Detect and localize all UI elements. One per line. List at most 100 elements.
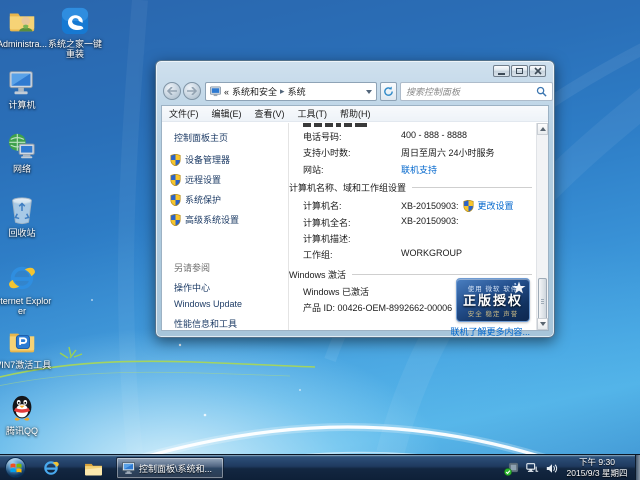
menu-tools[interactable]: 工具(T) bbox=[298, 107, 328, 120]
computer-description-row: 计算机描述: bbox=[303, 232, 532, 245]
desktop-icon-internet-explorer[interactable]: Internet Explorer bbox=[0, 262, 54, 316]
row-value: XB-20150903: bbox=[401, 216, 459, 226]
sidebar-item-action-center[interactable]: 操作中心 bbox=[174, 281, 210, 294]
menu-view[interactable]: 查看(V) bbox=[255, 107, 285, 120]
sidebar-item-system-protection[interactable]: 系统保护 bbox=[170, 193, 221, 206]
windows-flag-icon bbox=[10, 462, 22, 474]
genuine-star-icon bbox=[512, 281, 526, 295]
badge-main-text: 正版授权 bbox=[457, 293, 529, 308]
maximize-button[interactable] bbox=[511, 65, 528, 77]
close-button[interactable] bbox=[529, 65, 546, 77]
administrator-folder-icon bbox=[6, 5, 38, 37]
search-icon[interactable] bbox=[536, 86, 547, 97]
caption-buttons bbox=[493, 65, 546, 77]
security-tray-icon[interactable] bbox=[506, 462, 519, 474]
network-tray-icon[interactable] bbox=[526, 463, 539, 474]
menu-bar: 文件(F) 编辑(E) 查看(V) 工具(T) 帮助(H) bbox=[162, 106, 548, 122]
desktop-icon-label: 系统之家一键重装 bbox=[43, 39, 107, 59]
vertical-scrollbar[interactable] bbox=[536, 123, 548, 330]
main-content: 电话号码: 400 - 888 - 8888 支持小时数: 周日至周六 24小时… bbox=[289, 123, 536, 330]
sidebar-item-performance-tools[interactable]: 性能信息和工具 bbox=[174, 317, 237, 330]
online-support-link[interactable]: 联机支持 bbox=[401, 163, 437, 176]
support-hours-row: 支持小时数: 周日至周六 24小时服务 bbox=[303, 146, 532, 159]
sidebar-item-device-manager[interactable]: 设备管理器 bbox=[170, 153, 230, 166]
desktop-icon-label: 腾讯QQ bbox=[0, 426, 54, 436]
computer-name-row: 计算机名: XB-20150903: 更改设置 bbox=[303, 199, 532, 212]
sidebar-item-advanced-system-settings[interactable]: 高级系统设置 bbox=[170, 213, 239, 226]
desktop-icon-computer[interactable]: 计算机 bbox=[0, 66, 54, 110]
task-button-label: 控制面板\系统和... bbox=[139, 462, 212, 475]
uac-shield-icon bbox=[170, 174, 181, 186]
internet-explorer-icon bbox=[6, 262, 38, 294]
see-also-header: 另请参阅 bbox=[174, 261, 210, 274]
recycle-bin-icon bbox=[6, 194, 38, 226]
row-value: 周日至周六 24小时服务 bbox=[401, 146, 495, 159]
menu-help[interactable]: 帮助(H) bbox=[340, 107, 371, 120]
workgroup-row: 工作组: WORKGROUP bbox=[303, 248, 532, 261]
navigation-bar: « 系统和安全 ▸ 系统 搜索控制面板 bbox=[161, 80, 549, 103]
back-button[interactable] bbox=[163, 82, 181, 100]
taskbar-ie-icon[interactable] bbox=[40, 458, 62, 478]
breadcrumb-item-system[interactable]: 系统 bbox=[288, 85, 306, 98]
section-title: Windows 激活 bbox=[289, 268, 346, 281]
section-title: 计算机名称、域和工作组设置 bbox=[289, 181, 406, 194]
row-value: WORKGROUP bbox=[401, 248, 462, 258]
sidebar-item-control-panel-home[interactable]: 控制面板主页 bbox=[174, 131, 228, 144]
menu-file[interactable]: 文件(F) bbox=[169, 107, 199, 120]
taskbar-task-button-control-panel[interactable]: 控制面板\系统和... bbox=[116, 457, 224, 479]
window-client-area: 文件(F) 编辑(E) 查看(V) 工具(T) 帮助(H) 控制面板主页 设备管… bbox=[161, 105, 549, 331]
forward-button[interactable] bbox=[183, 82, 201, 100]
scroll-down-button[interactable] bbox=[537, 318, 548, 330]
search-input[interactable]: 搜索控制面板 bbox=[400, 82, 553, 101]
network-icon bbox=[6, 130, 38, 162]
minimize-button[interactable] bbox=[493, 65, 510, 77]
clipped-scrolled-text bbox=[303, 123, 367, 127]
volume-tray-icon[interactable] bbox=[546, 463, 558, 474]
row-label: 网站: bbox=[303, 163, 324, 176]
genuine-windows-badge[interactable]: 使用 微软 软件 正版授权 安全 稳定 声誉 bbox=[456, 278, 530, 322]
search-placeholder: 搜索控制面板 bbox=[406, 85, 536, 98]
sidebar: 控制面板主页 设备管理器 远程设置 系统保护 bbox=[162, 123, 288, 330]
product-id-value: 00426-OEM-8992662-00006 bbox=[338, 303, 453, 313]
address-dropdown-icon[interactable] bbox=[366, 90, 372, 94]
show-desktop-button[interactable] bbox=[635, 455, 640, 480]
system-window: « 系统和安全 ▸ 系统 搜索控制面板 文件(F) 编辑(E) bbox=[155, 60, 555, 338]
desktop-icon-label: WIN7激活工具 bbox=[0, 360, 54, 370]
row-value: 400 - 888 - 8888 bbox=[401, 130, 467, 140]
desktop-icon-win7-activation-tool[interactable]: WIN7激活工具 bbox=[0, 326, 54, 370]
sidebar-item-remote-settings[interactable]: 远程设置 bbox=[170, 173, 221, 186]
desktop-icon-tencent-qq[interactable]: 腾讯QQ bbox=[0, 392, 54, 436]
desktop-icon-label: Internet Explorer bbox=[0, 296, 54, 316]
computer-name-section: 计算机名称、域和工作组设置 bbox=[289, 181, 532, 194]
address-bar[interactable]: « 系统和安全 ▸ 系统 bbox=[205, 82, 377, 101]
row-label: 计算机名: bbox=[303, 199, 342, 212]
website-row: 网站: 联机支持 bbox=[303, 163, 532, 176]
win7-activation-tool-icon bbox=[6, 326, 38, 358]
uac-shield-icon bbox=[170, 194, 181, 206]
change-settings-link[interactable]: 更改设置 bbox=[478, 199, 514, 212]
breadcrumb-item-security[interactable]: 系统和安全 bbox=[232, 85, 277, 98]
breadcrumb-chevrons[interactable]: « bbox=[224, 87, 229, 97]
row-label: 工作组: bbox=[303, 248, 333, 261]
desktop-icon-network[interactable]: 网络 bbox=[0, 130, 54, 174]
taskbar: 控制面板\系统和... 下午 9:30 2015/9/3 星期四 bbox=[0, 454, 640, 480]
desktop-icon-recycle-bin[interactable]: 回收站 bbox=[0, 194, 54, 238]
system-tray bbox=[506, 462, 558, 474]
desktop-icon-system-home-reinstall[interactable]: 系统之家一键重装 bbox=[43, 5, 107, 59]
sidebar-item-label: 系统保护 bbox=[185, 193, 221, 206]
desktop-icon-label: 回收站 bbox=[0, 228, 54, 238]
taskbar-clock[interactable]: 下午 9:30 2015/9/3 星期四 bbox=[560, 457, 634, 479]
learn-more-link[interactable]: 联机了解更多内容... bbox=[450, 325, 530, 338]
computer-icon bbox=[6, 66, 38, 98]
sidebar-item-windows-update[interactable]: Windows Update bbox=[174, 299, 242, 309]
scroll-up-button[interactable] bbox=[537, 123, 548, 135]
start-button[interactable] bbox=[5, 457, 26, 478]
system-home-reinstall-icon bbox=[59, 5, 91, 37]
product-id-label: 产品 ID: bbox=[303, 303, 335, 313]
menu-edit[interactable]: 编辑(E) bbox=[212, 107, 242, 120]
system-page-icon bbox=[210, 86, 221, 97]
task-button-icon bbox=[122, 462, 135, 474]
taskbar-explorer-icon[interactable] bbox=[82, 458, 104, 478]
row-label: 支持小时数: bbox=[303, 146, 351, 159]
refresh-button[interactable] bbox=[380, 82, 397, 101]
